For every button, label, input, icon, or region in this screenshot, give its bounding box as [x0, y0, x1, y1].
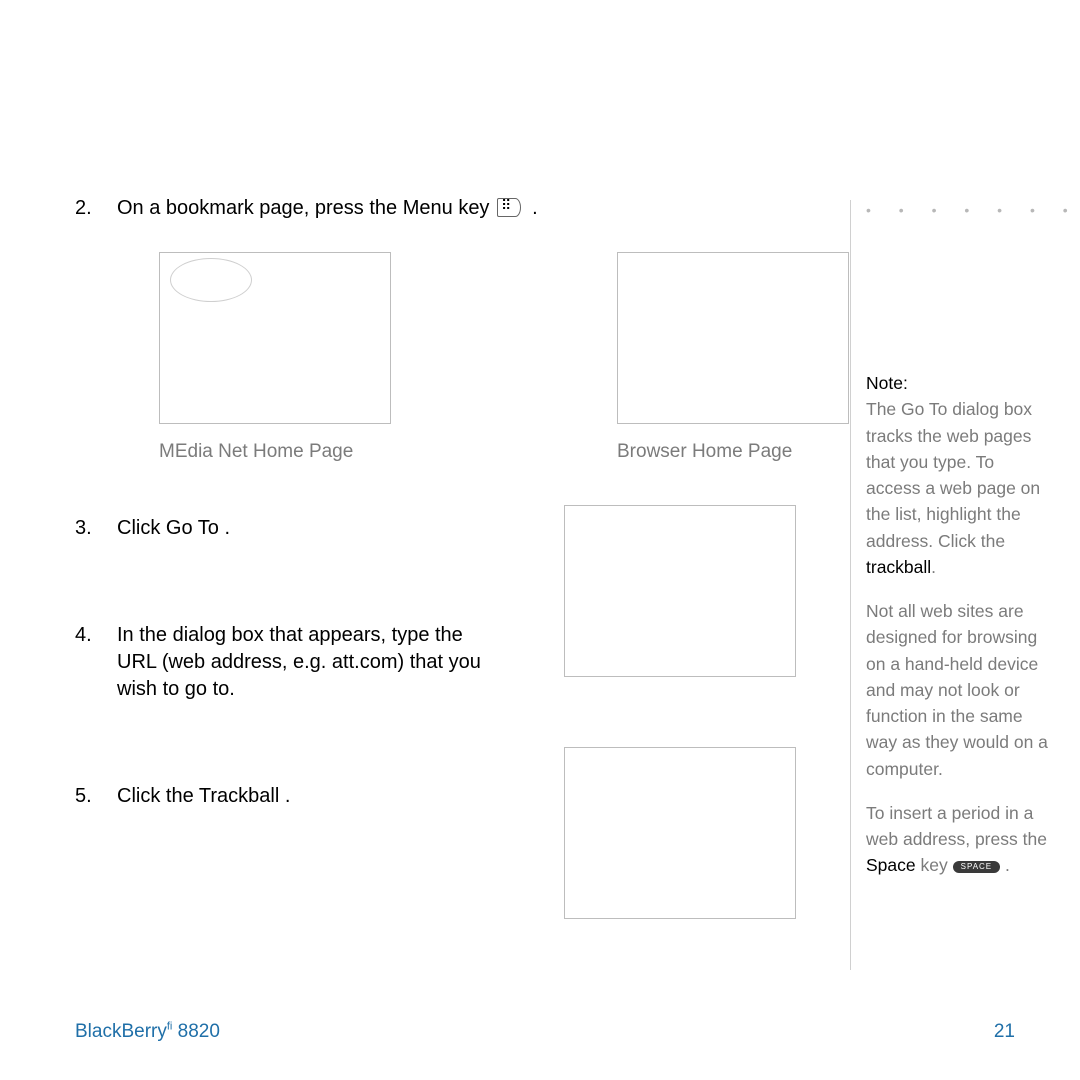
- step-goto: Go To: [166, 517, 219, 539]
- note-strong: Space: [866, 855, 916, 875]
- page-number: 21: [994, 1019, 1015, 1045]
- figure-browser-home: Browser Home Page: [617, 252, 849, 465]
- placeholder-image: [617, 252, 849, 424]
- note-text: .: [1005, 855, 1010, 875]
- step-text: Click the: [117, 785, 194, 807]
- page-footer: BlackBerryfi 8820 21: [75, 1019, 1015, 1045]
- note-paragraph-3: To insert a period in a web address, pre…: [866, 800, 1050, 879]
- figures-row: MEdia Net Home Page Browser Home Page: [159, 252, 849, 465]
- placeholder-image: [564, 747, 796, 919]
- note-paragraph-1: Note: The Go To dialog box tracks the we…: [866, 370, 1050, 580]
- step-text: In the dialog box that appears, type the…: [117, 624, 481, 700]
- step-trackball: Trackball: [199, 785, 279, 807]
- menu-label: Menu: [403, 197, 453, 219]
- note-text: To insert a period in a web address, pre…: [866, 803, 1047, 849]
- sidebar-notes: • • • • • • • • • • Note: The Go To dial…: [850, 200, 1050, 970]
- note-text: The Go To dialog box tracks the web page…: [866, 399, 1040, 550]
- figure-media-net: MEdia Net Home Page: [159, 252, 391, 465]
- figure-caption: MEdia Net Home Page: [159, 439, 391, 465]
- decorative-dots: • • • • • • • • • •: [866, 200, 1080, 221]
- note-text: .: [931, 557, 936, 577]
- note-paragraph-2: Not all web sites are designed for brows…: [866, 598, 1050, 782]
- key-word: key: [458, 197, 489, 219]
- note-label: Note:: [866, 373, 908, 393]
- space-key-icon: SPACE: [953, 861, 1001, 873]
- stacked-placeholders: [564, 505, 796, 919]
- step-4: In the dialog box that appears, type the…: [117, 622, 497, 703]
- note-strong: trackball: [866, 557, 931, 577]
- blackberry-menu-key-icon: [497, 198, 521, 217]
- footer-model: 8820: [178, 1021, 220, 1042]
- step-text: .: [285, 785, 291, 807]
- step-text: Click: [117, 517, 160, 539]
- step-text: On a bookmark page, press the: [117, 197, 397, 219]
- placeholder-image: [159, 252, 391, 424]
- footer-reg: fi: [167, 1021, 173, 1033]
- document-page: On a bookmark page, press the Menu key .…: [0, 0, 1080, 1080]
- step-2: On a bookmark page, press the Menu key .…: [117, 195, 810, 465]
- placeholder-image: [564, 505, 796, 677]
- note-text: Not all web sites are designed for brows…: [866, 601, 1048, 779]
- footer-brand: BlackBerry: [75, 1021, 167, 1042]
- figure-caption: Browser Home Page: [617, 439, 849, 465]
- note-text: key: [921, 855, 948, 875]
- step-text: .: [224, 517, 230, 539]
